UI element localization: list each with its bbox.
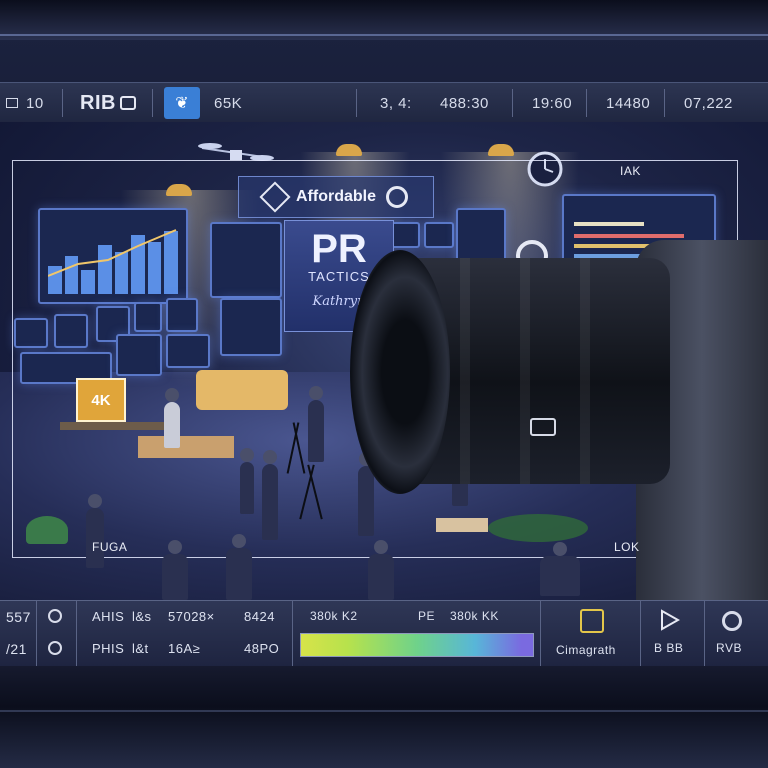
separator bbox=[540, 601, 541, 667]
stats-screen bbox=[210, 222, 282, 298]
row1-c: 57028× bbox=[168, 609, 215, 624]
small-screen bbox=[14, 318, 48, 348]
lens-front bbox=[350, 250, 450, 494]
4k-monitor: 4K bbox=[76, 378, 126, 422]
affordable-banner: Affordable bbox=[238, 176, 434, 218]
small-screen bbox=[134, 302, 162, 332]
corner-label: LOK bbox=[614, 540, 640, 554]
field-a: 3, 4: bbox=[380, 94, 412, 112]
cube-icon bbox=[259, 181, 291, 213]
meter-mid-label: PE bbox=[418, 609, 436, 623]
row1-b: l&s bbox=[132, 609, 152, 624]
person bbox=[308, 386, 324, 462]
ring-icon bbox=[386, 186, 408, 208]
viewfinder-scene: IAK Affordable PR TACTICS Kathryn 4K FUG… bbox=[0, 122, 768, 600]
small-screen bbox=[390, 222, 420, 248]
top-status-bar: 10 RIB ❦ 65K 3, 4: 488:30 19:60 14480 07… bbox=[0, 82, 768, 124]
person bbox=[226, 534, 252, 600]
row1-d: 8424 bbox=[244, 609, 275, 624]
level-meter[interactable] bbox=[300, 633, 534, 657]
4k-label: 4K bbox=[91, 391, 111, 409]
spotlight-icon bbox=[488, 144, 514, 156]
plant-icon bbox=[26, 516, 68, 544]
left-value-2: /21 bbox=[6, 641, 27, 657]
small-screen bbox=[116, 334, 162, 376]
drops-icon[interactable]: ❦ bbox=[164, 87, 200, 119]
trend-line bbox=[48, 229, 177, 277]
field-b: 488:30 bbox=[440, 94, 489, 112]
row2-c: 16A≥ bbox=[168, 641, 201, 656]
small-screen bbox=[220, 298, 282, 356]
battery-icon bbox=[6, 98, 18, 108]
separator bbox=[704, 601, 705, 667]
person bbox=[368, 540, 394, 600]
small-screen bbox=[54, 314, 88, 348]
separator bbox=[356, 89, 357, 117]
separator bbox=[76, 601, 77, 667]
field-d: 14480 bbox=[606, 94, 651, 112]
battery-value: 10 bbox=[26, 94, 44, 112]
brand-label: Cimagrath bbox=[556, 643, 616, 657]
panel-label: IAK bbox=[620, 164, 641, 178]
floor-label: FUGA bbox=[92, 540, 128, 554]
person bbox=[86, 494, 104, 568]
bottom-bezel bbox=[0, 666, 768, 768]
logo-text: RIB bbox=[80, 91, 116, 114]
person bbox=[164, 388, 180, 448]
play-label: B BB bbox=[654, 641, 684, 655]
lens-button bbox=[530, 418, 556, 436]
side-table bbox=[436, 518, 488, 532]
side-table bbox=[60, 422, 180, 430]
field-c: 19:60 bbox=[532, 94, 573, 112]
affordable-text: Affordable bbox=[296, 188, 376, 205]
record-icon[interactable] bbox=[722, 611, 742, 631]
separator bbox=[62, 89, 63, 117]
chart-screen bbox=[38, 208, 188, 304]
person bbox=[262, 450, 278, 540]
separator bbox=[586, 89, 587, 117]
mode-value[interactable]: 65K bbox=[214, 83, 242, 123]
row1-a: AHIS bbox=[92, 609, 125, 624]
row2-d: 48PO bbox=[244, 641, 280, 656]
separator bbox=[292, 601, 293, 667]
rec-label: RVB bbox=[716, 641, 742, 655]
top-bezel bbox=[0, 0, 768, 40]
row2-a: PHIS bbox=[92, 641, 125, 656]
spotlight-icon bbox=[336, 144, 362, 156]
brand-icon[interactable] bbox=[580, 609, 604, 633]
separator bbox=[152, 89, 153, 117]
monitor-frame: 10 RIB ❦ 65K 3, 4: 488:30 19:60 14480 07… bbox=[0, 0, 768, 768]
small-screen bbox=[166, 334, 210, 368]
play-icon[interactable] bbox=[660, 609, 680, 631]
timer-icon[interactable] bbox=[48, 641, 62, 655]
app-logo[interactable]: RIB bbox=[80, 83, 136, 123]
timer-icon[interactable] bbox=[48, 609, 62, 623]
row2-b: l&t bbox=[132, 641, 149, 656]
person bbox=[540, 542, 580, 596]
grass-patch bbox=[488, 514, 588, 542]
person bbox=[358, 452, 374, 536]
status-item-battery[interactable]: 10 bbox=[6, 83, 44, 123]
small-screen bbox=[424, 222, 454, 248]
left-value-1: 557 bbox=[6, 609, 31, 625]
meter-left-label: 380k K2 bbox=[310, 609, 358, 623]
camera-mode-icon bbox=[119, 96, 136, 110]
separator bbox=[512, 89, 513, 117]
meter-right-label: 380k KK bbox=[450, 609, 499, 623]
separator bbox=[664, 89, 665, 117]
desk bbox=[138, 436, 234, 458]
field-e: 07,222 bbox=[684, 94, 733, 112]
separator bbox=[640, 601, 641, 667]
person bbox=[162, 540, 188, 600]
sofa bbox=[196, 370, 288, 410]
separator bbox=[36, 601, 37, 667]
person bbox=[240, 448, 254, 514]
small-screen bbox=[166, 298, 198, 332]
